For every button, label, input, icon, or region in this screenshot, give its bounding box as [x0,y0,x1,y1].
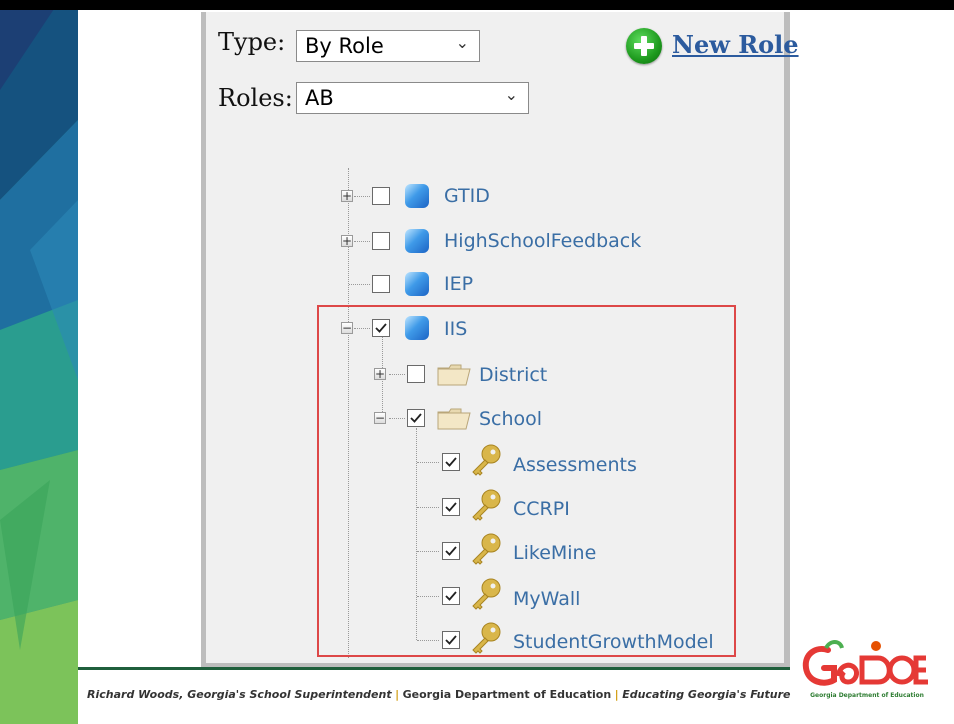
roles-label: Roles: [218,84,293,112]
footer-superintendent: Richard Woods, Georgia's School Superint… [87,688,392,701]
footer-tagline: Educating Georgia's Future [622,688,791,701]
checkbox-highschoolfeedback[interactable] [372,232,390,250]
tree-node-iep[interactable]: IEP [444,273,473,295]
new-role-link[interactable]: New Role [672,30,799,59]
checkbox-gtid[interactable] [372,187,390,205]
chevron-down-icon: ⌄ [455,33,469,52]
tree-line [349,284,370,285]
footer-separator: | [395,688,400,701]
tree-node-highschoolfeedback[interactable]: HighSchoolFeedback [444,230,641,252]
chevron-down-icon: ⌄ [504,85,518,104]
checkbox-iep[interactable] [372,275,390,293]
type-select[interactable]: By Role ⌄ [296,30,480,62]
roles-select[interactable]: AB ⌄ [296,82,529,114]
add-icon[interactable] [626,28,662,64]
gadoe-logo: Georgia Department of Education [800,636,934,712]
footer-separator: | [614,688,619,701]
footer-divider [78,667,790,670]
footer-department: Georgia Department of Education [402,688,612,701]
logo-subtitle: Georgia Department of Education [810,692,924,699]
tree-line [354,241,370,242]
cube-icon [405,229,429,253]
cube-icon [405,184,429,208]
expand-plus-icon[interactable]: + [341,235,353,247]
highlight-box [317,305,736,657]
type-label: Type: [218,28,286,56]
cube-icon [405,272,429,296]
gadoe-logo-mark [802,640,928,686]
tree-node-gtid[interactable]: GTID [444,185,490,207]
roles-select-value: AB [305,86,334,110]
footer-text: Richard Woods, Georgia's School Superint… [87,688,790,701]
top-border [0,0,954,10]
decorative-left-band [0,0,78,724]
type-select-value: By Role [305,34,384,58]
expand-plus-icon[interactable]: + [341,190,353,202]
tree-line [354,196,370,197]
